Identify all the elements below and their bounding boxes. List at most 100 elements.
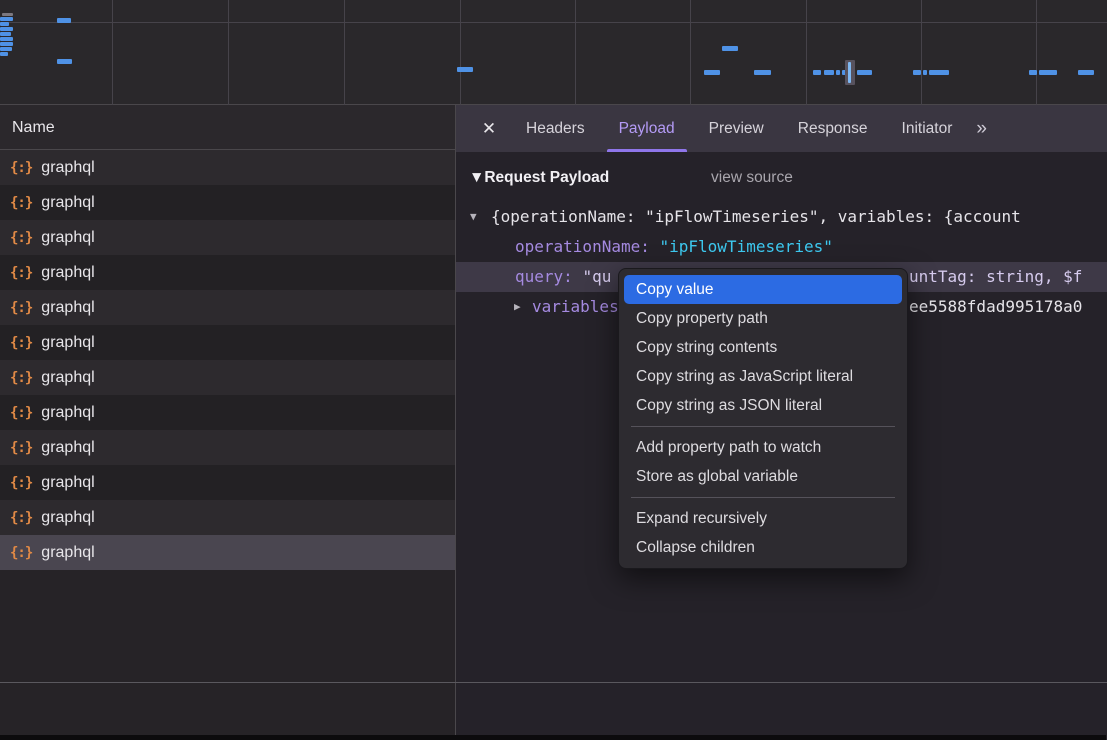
menu-item-copy-string-as-javascript-literal[interactable]: Copy string as JavaScript literal [619, 362, 907, 391]
request-timing-bar[interactable] [57, 18, 71, 23]
request-timing-bar[interactable] [0, 17, 13, 21]
overview-gridline-vertical [112, 0, 113, 105]
section-title-text: Request Payload [484, 169, 609, 186]
request-timing-bar[interactable] [929, 70, 949, 75]
menu-item-copy-property-path[interactable]: Copy property path [619, 304, 907, 333]
request-timing-bar[interactable] [704, 70, 720, 75]
json-braces-icon: {:} [10, 195, 32, 211]
request-name-label: graphql [41, 509, 94, 527]
request-row[interactable]: {:}graphql [0, 150, 455, 185]
overview-gridline-vertical [806, 0, 807, 105]
request-name-label: graphql [41, 439, 94, 457]
request-row[interactable]: {:}graphql [0, 395, 455, 430]
request-row[interactable]: {:} graphql [0, 465, 455, 500]
overview-gridline-vertical [575, 0, 576, 105]
tab-headers[interactable]: Headers [512, 105, 599, 152]
variables-value-fragment: ee5588fdad995178a0 [909, 292, 1082, 322]
request-name-label: graphql [41, 194, 94, 212]
request-timing-bar[interactable] [857, 70, 872, 75]
tab-payload[interactable]: Payload [605, 105, 689, 152]
more-tabs-icon[interactable]: » [976, 118, 985, 140]
request-row[interactable]: {:}graphql [0, 500, 455, 535]
request-timing-bar[interactable] [0, 22, 9, 26]
json-braces-icon: {:} [10, 475, 32, 491]
json-braces-icon: {:} [10, 335, 32, 351]
name-column-header[interactable]: Name [0, 105, 455, 150]
request-timing-bar[interactable] [0, 42, 13, 46]
bottom-divider [0, 682, 1110, 683]
request-timing-bar[interactable] [57, 59, 72, 64]
request-timing-bar[interactable] [923, 70, 927, 75]
request-row[interactable]: {:} graphql [0, 290, 455, 325]
property-key: variables [532, 292, 619, 322]
menu-item-expand-recursively[interactable]: Expand recursively [619, 504, 907, 533]
request-name-label: graphql [41, 474, 94, 492]
request-name-label: graphql [41, 334, 94, 352]
request-row[interactable]: {:} graphql [0, 430, 455, 465]
property-value: "ipFlowTimeseries" [660, 237, 833, 256]
request-timing-bar[interactable] [824, 70, 834, 75]
menu-item-copy-value[interactable]: Copy value [624, 275, 902, 304]
devtools-network-panel: Name {:}graphql{:}graphql{:}graphql{:}gr… [0, 0, 1110, 740]
json-braces-icon: {:} [10, 230, 32, 246]
request-row[interactable]: {:} graphql [0, 185, 455, 220]
request-rows: {:} graphql {:} graphql {:} graphql {:} graphql… [0, 150, 455, 570]
menu-item-collapse-children[interactable]: Collapse children [619, 533, 907, 562]
property-value: "qu [582, 267, 611, 286]
json-braces-icon: {:} [10, 545, 32, 561]
request-timing-bar[interactable] [836, 70, 840, 75]
request-timing-bar[interactable] [0, 52, 8, 56]
request-timing-bar[interactable] [1029, 70, 1037, 75]
request-timing-bar[interactable] [0, 47, 12, 51]
tree-row-operation-name[interactable]: operationName: "ipFlowTimeseries" [456, 232, 1110, 262]
request-row[interactable]: {:}graphql [0, 360, 455, 395]
request-timing-bar[interactable] [2, 13, 13, 16]
request-timing-bar[interactable] [1078, 70, 1094, 75]
section-expanded-arrow-icon: ▼ [469, 169, 484, 186]
request-row[interactable]: {:} graphql [0, 325, 455, 360]
request-row[interactable]: {:}graphql [0, 255, 455, 290]
property-key: operationName: [515, 237, 650, 256]
close-icon[interactable]: ✕ [472, 119, 506, 139]
request-name-label: graphql [41, 544, 94, 562]
request-row[interactable]: {:} graphql [0, 220, 455, 255]
menu-item-add-property-path-to-watch[interactable]: Add property path to watch [619, 433, 907, 462]
view-source-link[interactable]: view source [711, 164, 793, 192]
request-timing-bar[interactable] [754, 70, 771, 75]
request-timing-bar[interactable] [0, 27, 13, 31]
tab-initiator[interactable]: Initiator [888, 105, 967, 152]
json-braces-icon: {:} [10, 300, 32, 316]
request-name-label: graphql [41, 299, 94, 317]
overview-gridline-vertical [228, 0, 229, 105]
json-braces-icon: {:} [10, 405, 32, 421]
json-braces-icon: {:} [10, 440, 32, 456]
request-timing-bar[interactable] [813, 70, 821, 75]
request-name-label: graphql [41, 229, 94, 247]
request-timing-bar[interactable] [457, 67, 473, 72]
request-row[interactable]: {:} graphql [0, 535, 455, 570]
network-overview-timeline[interactable] [0, 0, 1110, 105]
request-timing-bar[interactable] [722, 46, 738, 51]
chevron-down-icon[interactable]: ▼ [470, 202, 477, 232]
json-braces-icon: {:} [10, 160, 32, 176]
menu-item-store-as-global-variable[interactable]: Store as global variable [619, 462, 907, 491]
request-payload-section-title[interactable]: ▼Request Payload [469, 164, 609, 192]
bottom-bar [0, 735, 1106, 740]
menu-separator [631, 497, 895, 498]
overview-gridline-vertical [921, 0, 922, 105]
requests-pane: Name {:}graphql{:}graphql{:}graphql{:}gr… [0, 105, 455, 740]
menu-item-copy-string-as-json-literal[interactable]: Copy string as JSON literal [619, 391, 907, 420]
overview-gridline-vertical [1036, 0, 1037, 105]
menu-item-copy-string-contents[interactable]: Copy string contents [619, 333, 907, 362]
tab-preview[interactable]: Preview [695, 105, 778, 152]
json-braces-icon: {:} [10, 370, 32, 386]
request-timing-bar[interactable] [0, 32, 11, 36]
request-timing-bar[interactable] [848, 62, 851, 83]
request-timing-bar[interactable] [0, 37, 13, 41]
tab-response[interactable]: Response [784, 105, 882, 152]
tree-row-root[interactable]: ▼ {operationName: "ipFlowTimeseries", va… [456, 202, 1110, 232]
request-timing-bar[interactable] [913, 70, 921, 75]
chevron-right-icon[interactable]: ▶ [514, 292, 521, 322]
root-preview-text: {operationName: "ipFlowTimeseries", vari… [491, 202, 1021, 232]
request-timing-bar[interactable] [1039, 70, 1057, 75]
